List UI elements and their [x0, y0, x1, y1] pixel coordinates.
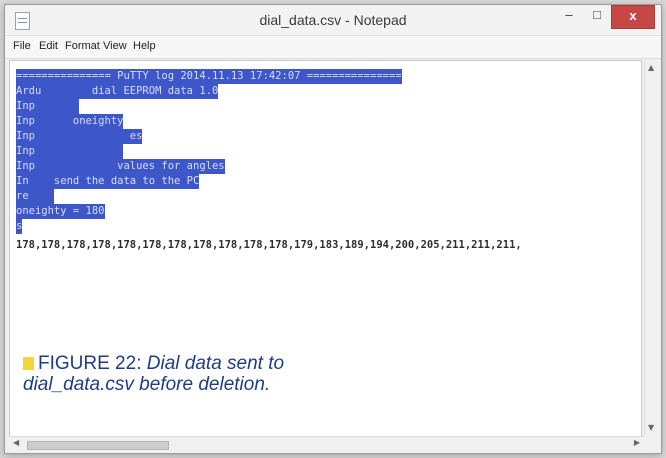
scroll-left-icon[interactable]: ◀: [13, 438, 19, 447]
figure-label: FIGURE 22:: [38, 353, 142, 374]
scroll-right-icon[interactable]: ▶: [634, 438, 640, 447]
scroll-down-icon[interactable]: ▼: [648, 423, 654, 432]
maximize-button[interactable]: □: [583, 5, 611, 27]
log-header-line: =============== PuTTY log 2014.11.13 17:…: [16, 69, 402, 84]
vertical-scrollbar[interactable]: ▲ ▼: [644, 60, 660, 435]
menu-edit[interactable]: Edit: [39, 40, 58, 52]
caption-text-line1: Dial data sent to: [146, 353, 285, 374]
selected-line: Inp oneighty: [16, 114, 124, 129]
selected-line: re: [16, 189, 54, 204]
selected-line: Inp: [16, 144, 124, 159]
menu-view[interactable]: View: [103, 40, 127, 52]
close-button[interactable]: x: [611, 5, 655, 29]
caption-marker: [23, 357, 34, 370]
menu-format[interactable]: Format: [65, 40, 100, 52]
minimize-button[interactable]: –: [555, 5, 583, 27]
title-bar[interactable]: dial_data.csv - Notepad – □ x: [5, 5, 661, 36]
selected-line: Inp: [16, 99, 80, 114]
caption-text-line2: dial_data.csv before deletion.: [23, 374, 271, 395]
menu-bar: File Edit Format View Help: [5, 36, 661, 59]
selected-line: Inp es: [16, 129, 143, 144]
selected-line: s: [16, 219, 23, 234]
selected-line: Ardu dial EEPROM data 1.0: [16, 84, 219, 99]
scroll-up-icon[interactable]: ▲: [648, 63, 654, 72]
menu-file[interactable]: File: [13, 40, 31, 52]
notepad-window: dial_data.csv - Notepad – □ x File Edit …: [4, 4, 662, 454]
selected-line: oneighty = 180: [16, 204, 105, 219]
menu-help[interactable]: Help: [133, 40, 156, 52]
horizontal-scroll-thumb[interactable]: [27, 441, 169, 450]
dial-data-line: 178,178,178,178,178,178,178,178,178,178,…: [16, 239, 522, 251]
horizontal-scrollbar[interactable]: ◀ ▶: [9, 436, 644, 452]
figure-caption: FIGURE 22: Dial data sent to dial_data.c…: [23, 353, 443, 395]
selected-line: Inp values for angles: [16, 159, 225, 174]
selected-line: In send the data to the PC: [16, 174, 200, 189]
